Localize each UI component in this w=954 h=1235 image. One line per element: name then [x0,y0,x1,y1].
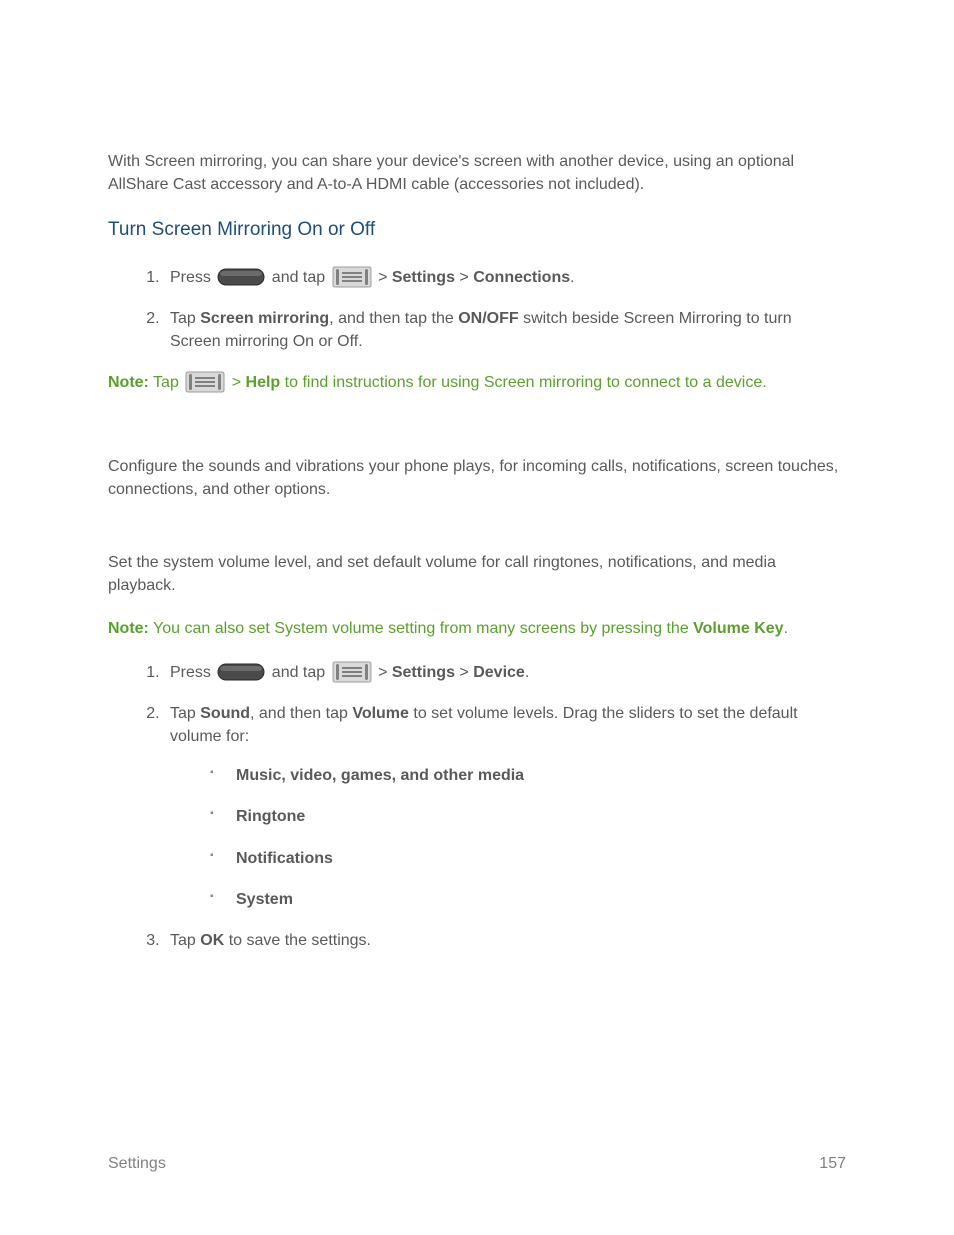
step-2: Tap Screen mirroring, and then tap the O… [164,307,846,353]
intro-paragraph: With Screen mirroring, you can share you… [108,150,846,196]
text: , and then tap [250,705,352,722]
footer-section-name: Settings [108,1152,166,1175]
volume-paragraph: Set the system volume level, and set def… [108,551,846,597]
text: Tap [170,705,200,722]
heading-turn-screen-mirroring: Turn Screen Mirroring On or Off [108,216,846,244]
bullet-media: Music, video, games, and other media [210,764,846,787]
section-gap [108,415,846,455]
text: > [455,664,473,681]
ok-label: OK [200,932,224,949]
volume-bullets: Music, video, games, and other media Rin… [170,764,846,911]
note-1: Note: Tap > Help to find instructions fo… [108,371,846,394]
volume-key-label: Volume Key [693,620,783,637]
help-label: Help [246,374,281,391]
steps-list-1: Press and tap > Settings > Connections. … [108,266,846,354]
bullet-system: System [210,888,846,911]
bullet-notifications: Notifications [210,847,846,870]
text: > [455,269,473,286]
note-label: Note: [108,620,149,637]
text: Tap [149,374,183,391]
section-gap [108,521,846,551]
text: Tap [170,310,200,327]
home-key-icon [217,268,265,286]
text: Press [170,269,215,286]
bullet-ringtone: Ringtone [210,805,846,828]
device-label: Device [473,664,525,681]
menu-icon [185,371,225,393]
home-key-icon [217,663,265,681]
sounds-paragraph: Configure the sounds and vibrations your… [108,455,846,501]
text: > [374,664,392,681]
settings-label: Settings [392,269,455,286]
text: > [374,269,392,286]
steps-list-2: Press and tap > Settings > Device. Tap S… [108,661,846,953]
onoff-label: ON/OFF [458,310,518,327]
step-b3: Tap OK to save the settings. [164,929,846,952]
sound-label: Sound [200,705,250,722]
settings-label: Settings [392,664,455,681]
text: to find instructions for using Screen mi… [280,374,766,391]
text: . [784,620,788,637]
footer-page-number: 157 [819,1152,846,1175]
text: to save the settings. [224,932,371,949]
text: . [570,269,574,286]
text: , and then tap the [329,310,458,327]
note-2: Note: You can also set System volume set… [108,617,846,640]
text: Press [170,664,215,681]
text: and tap [267,664,329,681]
step-b1: Press and tap > Settings > Device. [164,661,846,684]
connections-label: Connections [473,269,570,286]
screen-mirroring-label: Screen mirroring [200,310,329,327]
volume-label: Volume [352,705,409,722]
text: You can also set System volume setting f… [149,620,693,637]
menu-icon [332,661,372,683]
step-1: Press and tap > Settings > Connections. [164,266,846,289]
step-b2: Tap Sound, and then tap Volume to set vo… [164,702,846,911]
text: Tap [170,932,200,949]
page-footer: Settings 157 [108,1152,846,1175]
note-label: Note: [108,374,149,391]
text: and tap [267,269,329,286]
text: . [525,664,529,681]
text: > [227,374,245,391]
page-content: With Screen mirroring, you can share you… [0,0,954,1235]
menu-icon [332,266,372,288]
